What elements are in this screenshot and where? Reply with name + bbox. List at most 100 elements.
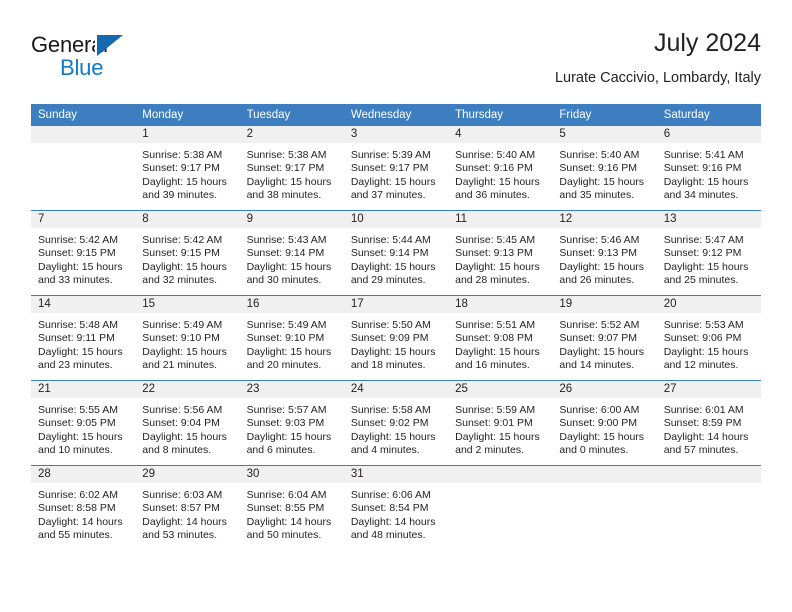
day-number: 2 <box>239 126 344 143</box>
day-details: Sunrise: 5:41 AM Sunset: 9:16 PM Dayligh… <box>657 143 761 203</box>
title-block: July 2024 Lurate Caccivio, Lombardy, Ita… <box>555 28 761 87</box>
day-cell[interactable]: 31 Sunrise: 6:06 AM Sunset: 8:54 PM Dayl… <box>343 465 449 550</box>
day-cell[interactable]: 16 Sunrise: 5:49 AM Sunset: 9:10 PM Dayl… <box>239 295 344 381</box>
sunrise-text: Sunrise: 5:47 AM <box>663 234 744 246</box>
day-cell[interactable]: 24 Sunrise: 5:58 AM Sunset: 9:02 PM Dayl… <box>343 380 449 466</box>
day-number: 5 <box>552 126 657 143</box>
daylight-text-line2: and 32 minutes. <box>142 274 217 287</box>
day-cell[interactable]: 19 Sunrise: 5:52 AM Sunset: 9:07 PM Dayl… <box>552 295 657 381</box>
day-cell[interactable]: 6 Sunrise: 5:41 AM Sunset: 9:16 PM Dayli… <box>656 126 761 211</box>
day-cell[interactable]: 27 Sunrise: 6:01 AM Sunset: 8:59 PM Dayl… <box>656 380 761 466</box>
day-cell[interactable]: 5 Sunrise: 5:40 AM Sunset: 9:16 PM Dayli… <box>552 126 657 211</box>
day-number <box>656 466 761 483</box>
day-cell[interactable]: 23 Sunrise: 5:57 AM Sunset: 9:03 PM Dayl… <box>239 380 344 466</box>
weekday-header-tuesday: Tuesday <box>239 104 344 126</box>
sunset-text: Sunset: 9:15 PM <box>38 247 116 260</box>
day-cell[interactable]: 25 Sunrise: 5:59 AM Sunset: 9:01 PM Dayl… <box>448 380 553 466</box>
daylight-text-line1: Daylight: 14 hours <box>350 515 436 528</box>
daylight-text-line2: and 18 minutes. <box>350 359 426 372</box>
day-details: Sunrise: 5:48 AM Sunset: 9:11 PM Dayligh… <box>31 313 135 373</box>
daylight-text-line1: Daylight: 15 hours <box>455 430 540 443</box>
day-cell[interactable]: 1 Sunrise: 5:38 AM Sunset: 9:17 PM Dayli… <box>135 126 240 211</box>
sunrise-text: Sunrise: 6:06 AM <box>350 489 431 501</box>
sunset-text: Sunset: 9:16 PM <box>663 162 742 175</box>
weekday-header-sunday: Sunday <box>31 104 136 126</box>
day-cell[interactable]: 22 Sunrise: 5:56 AM Sunset: 9:04 PM Dayl… <box>135 380 240 466</box>
daylight-text-line1: Daylight: 15 hours <box>350 430 436 443</box>
weekday-header-row: Sunday Monday Tuesday Wednesday Thursday… <box>31 104 761 126</box>
day-cell <box>31 126 136 211</box>
sunrise-text: Sunrise: 5:57 AM <box>246 404 327 416</box>
day-cell[interactable]: 21 Sunrise: 5:55 AM Sunset: 9:05 PM Dayl… <box>31 380 136 466</box>
day-cell[interactable]: 29 Sunrise: 6:03 AM Sunset: 8:57 PM Dayl… <box>135 465 240 550</box>
day-cell[interactable]: 20 Sunrise: 5:53 AM Sunset: 9:06 PM Dayl… <box>656 295 761 381</box>
daylight-text-line1: Daylight: 15 hours <box>38 430 123 443</box>
sunset-text: Sunset: 9:16 PM <box>559 162 638 175</box>
sunrise-text: Sunrise: 5:49 AM <box>246 319 327 331</box>
day-cell[interactable]: 26 Sunrise: 6:00 AM Sunset: 9:00 PM Dayl… <box>552 380 657 466</box>
daylight-text-line2: and 29 minutes. <box>350 274 426 287</box>
day-cell[interactable]: 8 Sunrise: 5:42 AM Sunset: 9:15 PM Dayli… <box>135 210 240 296</box>
day-cell[interactable]: 9 Sunrise: 5:43 AM Sunset: 9:14 PM Dayli… <box>239 210 344 296</box>
calendar-body: 1 Sunrise: 5:38 AM Sunset: 9:17 PM Dayli… <box>31 126 761 550</box>
day-details: Sunrise: 5:51 AM Sunset: 9:08 PM Dayligh… <box>448 313 552 373</box>
daylight-text-line2: and 10 minutes. <box>38 444 113 457</box>
sunrise-text: Sunrise: 6:00 AM <box>559 404 640 416</box>
daylight-text-line1: Daylight: 15 hours <box>142 430 227 443</box>
sunset-text: Sunset: 9:07 PM <box>559 332 638 345</box>
day-cell[interactable]: 14 Sunrise: 5:48 AM Sunset: 9:11 PM Dayl… <box>31 295 136 381</box>
sunrise-text: Sunrise: 5:46 AM <box>559 234 640 246</box>
daylight-text-line1: Daylight: 15 hours <box>559 345 645 358</box>
calendar-page: General Blue July 2024 Lurate Caccivio, … <box>0 0 792 612</box>
day-details: Sunrise: 5:49 AM Sunset: 9:10 PM Dayligh… <box>240 313 344 373</box>
sunrise-text: Sunrise: 5:52 AM <box>559 319 640 331</box>
daylight-text-line2: and 12 minutes. <box>663 359 739 372</box>
day-cell[interactable]: 3 Sunrise: 5:39 AM Sunset: 9:17 PM Dayli… <box>343 126 449 211</box>
day-number: 10 <box>343 211 449 228</box>
day-number: 11 <box>448 211 553 228</box>
brand-logo[interactable]: General Blue <box>31 32 201 88</box>
sunrise-text: Sunrise: 5:53 AM <box>663 319 744 331</box>
sunset-text: Sunset: 9:10 PM <box>246 332 325 345</box>
day-number: 24 <box>343 381 449 398</box>
daylight-text-line1: Daylight: 15 hours <box>142 175 227 188</box>
day-details: Sunrise: 5:56 AM Sunset: 9:04 PM Dayligh… <box>135 398 239 458</box>
daylight-text-line1: Daylight: 14 hours <box>38 515 123 528</box>
day-cell[interactable]: 30 Sunrise: 6:04 AM Sunset: 8:55 PM Dayl… <box>239 465 344 550</box>
day-cell[interactable]: 13 Sunrise: 5:47 AM Sunset: 9:12 PM Dayl… <box>656 210 761 296</box>
day-cell[interactable]: 12 Sunrise: 5:46 AM Sunset: 9:13 PM Dayl… <box>552 210 657 296</box>
day-cell[interactable]: 2 Sunrise: 5:38 AM Sunset: 9:17 PM Dayli… <box>239 126 344 211</box>
sunrise-text: Sunrise: 5:59 AM <box>455 404 536 416</box>
daylight-text-line2: and 0 minutes. <box>559 444 629 457</box>
day-cell[interactable]: 17 Sunrise: 5:50 AM Sunset: 9:09 PM Dayl… <box>343 295 449 381</box>
brand-name-blue: Blue <box>60 55 104 80</box>
sunset-text: Sunset: 8:59 PM <box>663 417 742 430</box>
day-number: 27 <box>656 381 761 398</box>
day-cell[interactable]: 18 Sunrise: 5:51 AM Sunset: 9:08 PM Dayl… <box>448 295 553 381</box>
day-cell <box>656 465 761 550</box>
sunset-text: Sunset: 9:04 PM <box>142 417 220 430</box>
day-details: Sunrise: 5:45 AM Sunset: 9:13 PM Dayligh… <box>448 228 552 288</box>
daylight-text-line2: and 48 minutes. <box>350 529 426 542</box>
sunset-text: Sunset: 9:13 PM <box>559 247 638 260</box>
day-details: Sunrise: 5:43 AM Sunset: 9:14 PM Dayligh… <box>240 228 344 288</box>
day-cell[interactable]: 10 Sunrise: 5:44 AM Sunset: 9:14 PM Dayl… <box>343 210 449 296</box>
sunset-text: Sunset: 9:03 PM <box>246 417 325 430</box>
sunrise-text: Sunrise: 5:40 AM <box>455 149 536 161</box>
daylight-text-line2: and 36 minutes. <box>455 189 530 202</box>
day-cell[interactable]: 7 Sunrise: 5:42 AM Sunset: 9:15 PM Dayli… <box>31 210 136 296</box>
day-details: Sunrise: 5:49 AM Sunset: 9:10 PM Dayligh… <box>135 313 239 373</box>
day-number <box>448 466 553 483</box>
sunset-text: Sunset: 9:10 PM <box>142 332 220 345</box>
day-details: Sunrise: 6:04 AM Sunset: 8:55 PM Dayligh… <box>240 483 344 543</box>
day-cell[interactable]: 4 Sunrise: 5:40 AM Sunset: 9:16 PM Dayli… <box>448 126 553 211</box>
daylight-text-line1: Daylight: 15 hours <box>663 260 749 273</box>
day-cell[interactable]: 15 Sunrise: 5:49 AM Sunset: 9:10 PM Dayl… <box>135 295 240 381</box>
daylight-text-line1: Daylight: 15 hours <box>246 430 332 443</box>
daylight-text-line1: Daylight: 15 hours <box>350 175 436 188</box>
day-cell[interactable]: 11 Sunrise: 5:45 AM Sunset: 9:13 PM Dayl… <box>448 210 553 296</box>
sunset-text: Sunset: 9:06 PM <box>663 332 742 345</box>
day-cell[interactable]: 28 Sunrise: 6:02 AM Sunset: 8:58 PM Dayl… <box>31 465 136 550</box>
daylight-text-line2: and 26 minutes. <box>559 274 635 287</box>
daylight-text-line2: and 21 minutes. <box>142 359 217 372</box>
